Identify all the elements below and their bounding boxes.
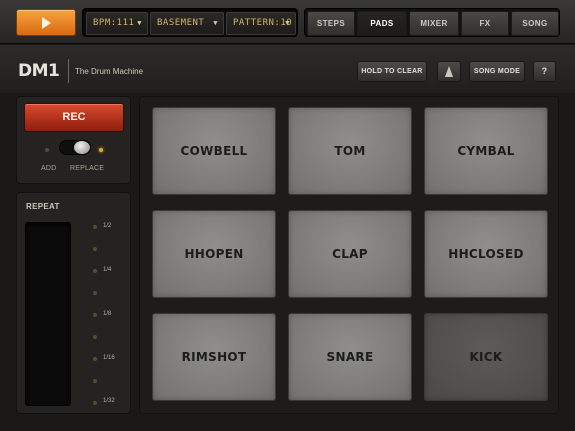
tick-led (93, 291, 97, 295)
app-subtitle: The Drum Machine (75, 67, 144, 76)
header: DM1 The Drum Machine HOLD TO CLEAR SONG … (0, 45, 575, 93)
tick-led (93, 335, 97, 339)
pattern-selector[interactable]: PATTERN:10 ▼ (226, 12, 296, 35)
record-panel: REC ADD REPLACE (16, 96, 131, 184)
tick-led (93, 401, 97, 405)
repeat-strip[interactable] (25, 222, 71, 406)
tick-led (93, 247, 97, 251)
bpm-selector[interactable]: BPM:111 ▼ (86, 12, 148, 35)
help-button[interactable]: ? (533, 61, 556, 82)
pad-snare[interactable]: SNARE (288, 313, 412, 401)
play-button[interactable] (16, 9, 76, 36)
pad-hhopen[interactable]: HHOPEN (152, 210, 276, 298)
metronome-button[interactable] (437, 61, 461, 82)
tab-mixer[interactable]: MIXER (409, 11, 459, 36)
pad-hhclosed[interactable]: HHCLOSED (424, 210, 548, 298)
add-replace-toggle[interactable] (59, 140, 91, 155)
tick-label: 1/16 (103, 355, 115, 361)
kit-label: BASEMENT (157, 18, 205, 28)
bpm-label: BPM:111 (93, 18, 135, 28)
rec-button[interactable]: REC (24, 103, 124, 132)
add-led (45, 148, 49, 152)
tick-led (93, 269, 97, 273)
repeat-panel: REPEAT 1/2 1/4 1/8 1/16 1/32 (16, 192, 131, 414)
chevron-down-icon: ▼ (213, 19, 218, 27)
pad-rimshot[interactable]: RIMSHOT (152, 313, 276, 401)
metronome-icon (445, 66, 453, 77)
replace-led (99, 148, 103, 152)
tab-pads[interactable]: PADS (357, 11, 407, 36)
song-mode-button[interactable]: SONG MODE (469, 61, 525, 82)
add-label: ADD (41, 165, 57, 172)
tick-label: 1/8 (103, 311, 112, 317)
toggle-knob (74, 141, 90, 154)
kit-selector[interactable]: BASEMENT ▼ (150, 12, 224, 35)
pad-tom[interactable]: TOM (288, 107, 412, 195)
hold-to-clear-button[interactable]: HOLD TO CLEAR (357, 61, 427, 82)
tick-label: 1/4 (103, 267, 112, 273)
pad-cowbell[interactable]: COWBELL (152, 107, 276, 195)
pad-cymbal[interactable]: CYMBAL (424, 107, 548, 195)
app-logo: DM1 (18, 61, 60, 81)
pattern-label: PATTERN:10 (233, 18, 293, 28)
tick-led (93, 313, 97, 317)
repeat-title: REPEAT (26, 202, 60, 211)
tick-led (93, 379, 97, 383)
logo-divider (68, 59, 69, 83)
tab-song[interactable]: SONG (511, 11, 559, 36)
tick-label: 1/2 (103, 223, 112, 229)
pad-kick[interactable]: KICK (424, 313, 548, 401)
lcd-display: BPM:111 ▼ BASEMENT ▼ PATTERN:10 ▼ (82, 8, 298, 37)
chevron-down-icon: ▼ (137, 19, 142, 27)
tick-led (93, 357, 97, 361)
pad-clap[interactable]: CLAP (288, 210, 412, 298)
pads-grid: COWBELL TOM CYMBAL HHOPEN CLAP HHCLOSED … (139, 96, 559, 414)
top-bar: BPM:111 ▼ BASEMENT ▼ PATTERN:10 ▼ STEPS … (0, 0, 575, 44)
replace-label: REPLACE (70, 165, 105, 172)
chevron-down-icon: ▼ (285, 19, 290, 27)
tick-led (93, 225, 97, 229)
tick-label: 1/32 (103, 398, 115, 404)
play-icon (42, 17, 51, 29)
tab-fx[interactable]: FX (461, 11, 509, 36)
tab-steps[interactable]: STEPS (307, 11, 355, 36)
view-tabs: STEPS PADS MIXER FX SONG (304, 8, 560, 37)
